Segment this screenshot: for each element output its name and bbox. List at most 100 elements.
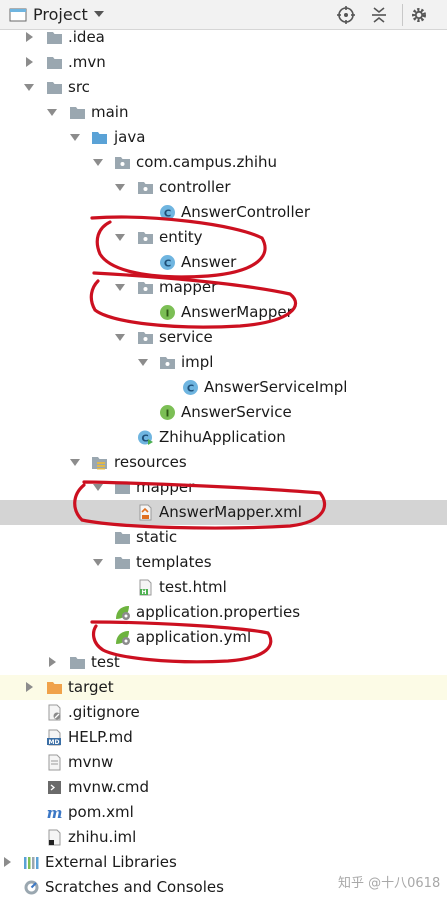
tree-node-answer-service[interactable]: AnswerService xyxy=(0,400,447,425)
tree-node-resources-mapper[interactable]: mapper xyxy=(0,475,447,500)
source-folder-icon xyxy=(91,129,108,146)
interface-icon xyxy=(159,404,176,421)
locate-icon[interactable] xyxy=(337,6,355,24)
class-icon xyxy=(182,379,199,396)
tree-node-label: target xyxy=(68,678,114,696)
html-file-icon xyxy=(137,579,154,596)
folder-icon xyxy=(46,54,63,71)
tree-node-impl[interactable]: impl xyxy=(0,350,447,375)
tree-node-idea[interactable]: .idea xyxy=(0,25,447,50)
tree-node-application-properties[interactable]: application.properties xyxy=(0,600,447,625)
folder-icon xyxy=(114,479,131,496)
tree-node-label: .idea xyxy=(68,28,105,46)
tree-node-mapper[interactable]: mapper xyxy=(0,275,447,300)
tree-node-pom-xml[interactable]: pom.xml xyxy=(0,800,447,825)
tree-node-label: service xyxy=(159,328,213,346)
class-icon xyxy=(159,204,176,221)
tree-node-label: mvnw.cmd xyxy=(68,778,150,796)
tree-node-label: mvnw xyxy=(68,753,114,771)
cmd-file-icon xyxy=(46,779,63,796)
tree-node-zhihu-application[interactable]: ZhihuApplication xyxy=(0,425,447,450)
project-view-title[interactable]: Project xyxy=(33,5,88,24)
collapse-arrow-icon[interactable] xyxy=(46,106,58,118)
collapse-arrow-icon[interactable] xyxy=(114,281,126,293)
tree-node-answer-mapper[interactable]: AnswerMapper xyxy=(0,300,447,325)
tree-node-package-root[interactable]: com.campus.zhihu xyxy=(0,150,447,175)
tree-node-label: ZhihuApplication xyxy=(159,428,286,446)
resources-folder-icon xyxy=(91,454,108,471)
tree-node-controller[interactable]: controller xyxy=(0,175,447,200)
tree-node-templates[interactable]: templates xyxy=(0,550,447,575)
tree-node-application-yml[interactable]: application.yml xyxy=(0,625,447,650)
tree-node-static[interactable]: static xyxy=(0,525,447,550)
tree-node-label: AnswerServiceImpl xyxy=(204,378,348,396)
collapse-arrow-icon[interactable] xyxy=(69,456,81,468)
tree-node-mvn[interactable]: .mvn xyxy=(0,50,447,75)
tree-node-src[interactable]: src xyxy=(0,75,447,100)
tree-node-test[interactable]: test xyxy=(0,650,447,675)
tree-node-label: application.yml xyxy=(136,628,252,646)
tree-node-label: Answer xyxy=(181,253,237,271)
tree-node-mvnw-cmd[interactable]: mvnw.cmd xyxy=(0,775,447,800)
tree-node-service[interactable]: service xyxy=(0,325,447,350)
excluded-folder-icon xyxy=(46,679,63,696)
expand-arrow-icon[interactable] xyxy=(46,656,58,668)
collapse-arrow-icon[interactable] xyxy=(92,156,104,168)
tree-node-resources[interactable]: resources xyxy=(0,450,447,475)
text-file-icon xyxy=(46,754,63,771)
folder-icon xyxy=(114,529,131,546)
tree-node-label: com.campus.zhihu xyxy=(136,153,278,171)
tree-node-java[interactable]: java xyxy=(0,125,447,150)
collapse-arrow-icon[interactable] xyxy=(92,556,104,568)
tree-node-label: java xyxy=(114,128,146,146)
tree-node-label: HELP.md xyxy=(68,728,133,746)
expand-arrow-icon[interactable] xyxy=(1,856,13,868)
package-icon xyxy=(114,154,131,171)
tree-node-entity[interactable]: entity xyxy=(0,225,447,250)
tree-node-answer[interactable]: Answer xyxy=(0,250,447,275)
tree-node-answer-service-impl[interactable]: AnswerServiceImpl xyxy=(0,375,447,400)
expand-arrow-icon[interactable] xyxy=(23,56,35,68)
collapse-arrow-icon[interactable] xyxy=(137,356,149,368)
collapse-arrow-icon[interactable] xyxy=(69,131,81,143)
collapse-arrow-icon[interactable] xyxy=(114,231,126,243)
tree-node-label: AnswerController xyxy=(181,203,311,221)
spring-config-icon xyxy=(114,629,131,646)
maven-icon xyxy=(46,804,63,821)
libraries-icon xyxy=(23,854,40,871)
tree-node-answer-mapper-xml[interactable]: AnswerMapper.xml xyxy=(0,500,447,525)
settings-icon[interactable] xyxy=(410,6,428,24)
tree-node-label: test xyxy=(91,653,120,671)
tree-node-label: test.html xyxy=(159,578,227,596)
tree-node-help-md[interactable]: HELP.md xyxy=(0,725,447,750)
tree-node-label: controller xyxy=(159,178,231,196)
collapse-arrow-icon[interactable] xyxy=(114,331,126,343)
collapse-arrow-icon[interactable] xyxy=(23,81,35,93)
tree-node-label: .mvn xyxy=(68,53,106,71)
package-icon xyxy=(137,229,154,246)
tree-node-label: AnswerService xyxy=(181,403,292,421)
tree-node-label: impl xyxy=(181,353,214,371)
collapse-arrow-icon[interactable] xyxy=(92,481,104,493)
tree-node-main[interactable]: main xyxy=(0,100,447,125)
expand-arrow-icon[interactable] xyxy=(23,31,35,43)
collapse-all-icon[interactable] xyxy=(370,6,388,24)
tree-node-label: pom.xml xyxy=(68,803,134,821)
spring-config-icon xyxy=(114,604,131,621)
tree-node-gitignore[interactable]: .gitignore xyxy=(0,700,447,725)
tree-node-mvnw[interactable]: mvnw xyxy=(0,750,447,775)
scratches-icon xyxy=(23,879,40,896)
tree-node-answer-controller[interactable]: AnswerController xyxy=(0,200,447,225)
toolbar-separator xyxy=(402,4,403,26)
expand-arrow-icon[interactable] xyxy=(23,681,35,693)
chevron-down-icon[interactable] xyxy=(94,11,104,17)
tree-node-label: AnswerMapper xyxy=(181,303,293,321)
tree-node-test-html[interactable]: test.html xyxy=(0,575,447,600)
tree-node-label: mapper xyxy=(136,478,195,496)
collapse-arrow-icon[interactable] xyxy=(114,181,126,193)
tree-node-target[interactable]: target xyxy=(0,675,447,700)
tree-node-zhihu-iml[interactable]: zhihu.iml xyxy=(0,825,447,850)
iml-file-icon xyxy=(46,829,63,846)
package-icon xyxy=(137,329,154,346)
folder-icon xyxy=(114,554,131,571)
